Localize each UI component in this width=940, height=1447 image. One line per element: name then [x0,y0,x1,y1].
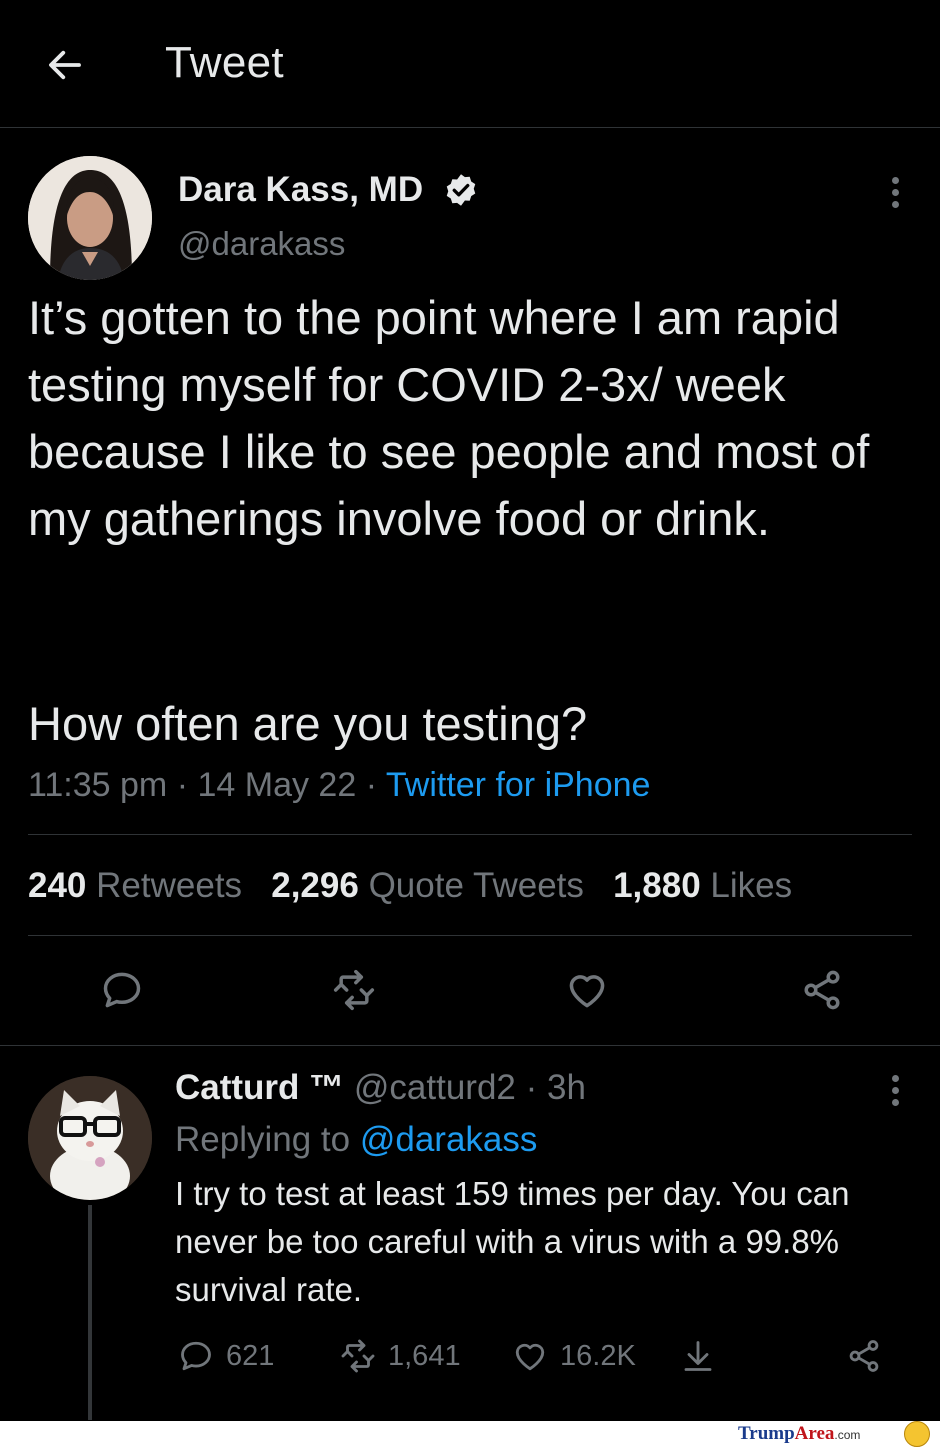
retweet-count: 1,641 [388,1339,461,1372]
retweets-count: 240 [28,866,87,905]
top-bar [0,0,940,128]
reply-avatar-image [28,1076,152,1200]
retweet-button[interactable] [322,958,386,1022]
share-icon [804,970,840,1010]
tweet-source[interactable]: Twitter for iPhone [386,766,651,804]
like-icon [515,1343,545,1371]
reply-reply-button[interactable]: 621 [178,1334,274,1378]
tweet-meta: 11:35 pm · 14 May 22 · Twitter for iPhon… [28,766,650,805]
reply-like-button[interactable]: 16.2K [512,1334,636,1378]
likes-stat[interactable]: 1,880 Likes [613,866,792,905]
reply-more-options-button[interactable] [878,1068,912,1112]
download-icon [684,1341,712,1371]
more-icon [891,176,899,184]
meta-separator: · [525,1068,538,1107]
share-icon [849,1340,879,1372]
thread-line [88,1205,92,1420]
divider [28,834,912,835]
more-icon-dot [891,200,899,208]
reply-icon [103,972,141,1008]
author-handle[interactable]: @darakass [178,225,345,263]
watermark-brand-a: Trump [738,1423,795,1444]
reply-text: I try to test at least 159 times per day… [175,1175,850,1308]
like-button[interactable] [555,958,619,1022]
back-arrow-icon [49,50,81,80]
watermark-brand-b: Area [794,1423,835,1444]
tweet-stats: 240 Retweets 2,296 Quote Tweets 1,880 Li… [28,866,792,906]
meta-separator: · [365,766,378,804]
more-options-button[interactable] [878,170,912,214]
divider [0,1045,940,1046]
quotes-stat[interactable]: 2,296 Quote Tweets [271,866,584,905]
watermark-suffix: .com [834,1428,861,1442]
reply-author-avatar[interactable] [28,1076,152,1200]
tweet-time: 11:35 pm [28,766,168,804]
more-icon-dot [891,188,899,196]
reply-count: 621 [226,1339,275,1372]
quotes-count: 2,296 [271,866,359,905]
back-button[interactable] [40,40,90,90]
reply-retweet-button[interactable]: 1,641 [340,1334,461,1378]
replying-to: Replying to @darakass [175,1120,537,1160]
like-icon [569,975,605,1008]
tweet-date: 14 May 22 [197,766,357,804]
author-avatar-image [28,156,152,280]
reply-download-button[interactable] [680,1334,716,1378]
retweets-label: Retweets [96,866,243,905]
reply-author-handle[interactable]: @catturd2 [354,1068,516,1107]
like-count: 16.2K [560,1339,636,1372]
meta-separator: · [176,766,189,804]
replying-prefix: Replying to [175,1120,351,1159]
reply-age: 3h [547,1068,586,1107]
more-icon-dot [891,1098,899,1106]
reply-author-name[interactable]: Catturd ™ [175,1068,344,1107]
retweet-icon [333,969,375,1011]
reply-header: Catturd ™ @catturd2 · 3h [175,1068,586,1108]
tweet-text: It’s gotten to the point where I am rapi… [28,291,870,545]
reply-icon [181,1341,211,1371]
watermark-logo: TrumpArea.com [738,1423,860,1445]
tweet-text-question: How often are you testing? [28,697,588,750]
divider [28,935,912,936]
retweet-icon [341,1339,375,1373]
verified-badge-icon [443,172,479,208]
retweets-stat[interactable]: 240 Retweets [28,866,242,905]
page-title: Tweet [165,38,284,87]
share-button[interactable] [790,958,854,1022]
reply-button[interactable] [90,958,154,1022]
author-avatar[interactable] [28,156,152,280]
reply-share-button[interactable] [846,1334,882,1378]
author-name[interactable]: Dara Kass, MD [178,170,423,210]
more-icon-dot [891,1086,899,1094]
likes-count: 1,880 [613,866,701,905]
more-icon [891,1074,899,1082]
watermark-face-icon [904,1421,930,1447]
likes-label: Likes [710,866,793,905]
replying-to-handle[interactable]: @darakass [360,1120,538,1159]
quotes-label: Quote Tweets [368,866,584,905]
